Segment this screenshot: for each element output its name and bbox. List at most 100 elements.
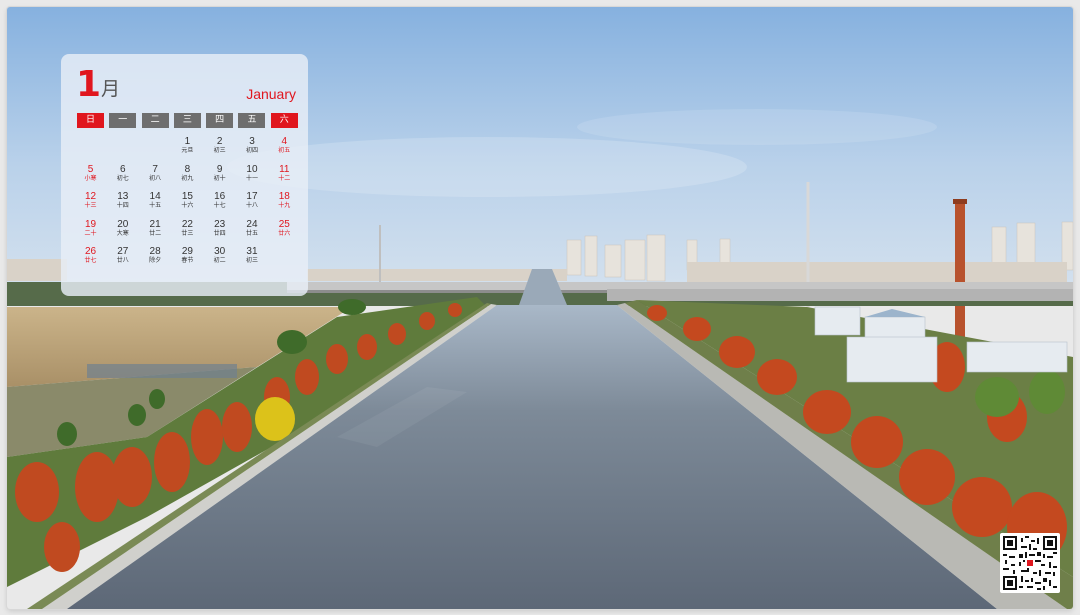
day-cell: 9 初十 [206, 164, 233, 192]
lunar-date: 十八 [245, 202, 258, 209]
day-cell: 20 大寒 [109, 219, 136, 247]
day-number: 20 [117, 218, 129, 230]
lunar-date: 初三 [245, 257, 258, 264]
day-number: 7 [152, 163, 158, 175]
lunar-date: 春节 [181, 257, 194, 264]
day-number: 10 [246, 163, 258, 175]
day-number: 18 [278, 191, 290, 202]
day-number: 2 [216, 136, 223, 147]
weekday-wednesday: 三 [173, 113, 201, 128]
day-cell: 31 初三 [238, 246, 265, 274]
lunar-date: 廿五 [245, 229, 258, 237]
day-cell: 6 初七 [109, 164, 136, 192]
day-number: 27 [117, 246, 129, 257]
day-cell: 27 廿八 [109, 246, 136, 274]
day-number: 26 [84, 246, 97, 257]
weekday-thursday: 四 [206, 113, 234, 128]
qr-code-pattern [1003, 536, 1057, 590]
day-cell: 21 廿二 [142, 219, 169, 247]
day-number: 11 [279, 163, 290, 175]
weekday-friday: 五 [238, 113, 266, 128]
lunar-date: 初十 [213, 174, 226, 182]
day-number: 12 [84, 191, 97, 202]
lunar-date: 十九 [278, 202, 291, 209]
lunar-date: 除夕 [149, 257, 162, 264]
day-number: 19 [84, 218, 97, 230]
day-grid: 1 元旦 2 初三 3 初四 4 初五 5 小寒 6 初七 7 初八 8 初九 9 初十 10 十一… [77, 136, 294, 274]
day-number: 1 [184, 136, 191, 147]
day-number: 22 [181, 218, 193, 230]
day-cell: 28 除夕 [142, 246, 169, 274]
day-number: 17 [246, 191, 258, 202]
qr-code-icon[interactable] [1000, 533, 1060, 593]
day-cell: 26 廿七 [77, 246, 104, 274]
day-cell: 5 小寒 [77, 164, 104, 192]
day-number: 24 [246, 218, 258, 230]
day-number: 15 [181, 191, 193, 202]
day-number: 8 [184, 163, 191, 175]
day-number: 13 [117, 191, 129, 202]
lunar-date: 十三 [84, 202, 97, 209]
day-number: 30 [214, 246, 226, 257]
lunar-date: 十一 [245, 174, 258, 182]
day-number: 21 [149, 218, 161, 230]
day-cell: 29 春节 [174, 246, 201, 274]
day-cell: 11 十二 [271, 164, 298, 192]
day-number: 9 [216, 163, 223, 175]
day-number: 23 [214, 218, 226, 230]
lunar-date: 初七 [116, 174, 129, 182]
day-cell: 17 十八 [238, 191, 265, 219]
day-cell: 4 初五 [271, 136, 298, 164]
lunar-date: 廿八 [116, 257, 129, 264]
day-cell: 30 初二 [206, 246, 233, 274]
day-cell: 25 廿六 [271, 219, 298, 247]
day-cell: 10 十一 [238, 164, 265, 192]
day-number: 3 [249, 136, 255, 147]
lunar-date: 十四 [116, 202, 129, 209]
month-char-label: 月 [101, 78, 121, 100]
lunar-date: 初八 [149, 174, 162, 182]
day-cell: 7 初八 [142, 164, 169, 192]
day-cell: 2 初三 [206, 136, 233, 164]
day-cell: 15 十六 [174, 191, 201, 219]
day-cell: 23 廿四 [206, 219, 233, 247]
lunar-date: 初五 [278, 147, 291, 154]
day-number: 5 [87, 163, 94, 175]
day-cell: 8 初九 [174, 164, 201, 192]
weekday-tuesday: 二 [141, 113, 169, 128]
day-cell: 3 初四 [238, 136, 265, 164]
day-number: 31 [246, 246, 258, 257]
day-number: 4 [281, 136, 288, 147]
weekday-saturday: 六 [270, 113, 298, 128]
lunar-date: 十五 [149, 202, 162, 209]
day-cell: 19 二十 [77, 219, 104, 247]
lunar-date: 十六 [181, 202, 194, 209]
month-english-name: January [246, 86, 296, 102]
month-number: 1 [76, 64, 102, 105]
day-number: 28 [149, 246, 161, 257]
day-number: 25 [278, 218, 290, 230]
day-cell: 16 十七 [206, 191, 233, 219]
day-cell: 1 元旦 [174, 136, 201, 164]
lunar-date: 十七 [213, 202, 226, 209]
lunar-date: 二十 [84, 229, 97, 237]
lunar-date: 廿七 [84, 257, 97, 264]
weekday-header: 日 一 二 三 四 五 六 [77, 113, 298, 128]
lunar-date: 初四 [245, 147, 258, 154]
lunar-date: 廿四 [213, 229, 226, 237]
day-cell: 13 十四 [109, 191, 136, 219]
lunar-date: 廿二 [149, 229, 162, 237]
day-cell: 18 十九 [271, 191, 298, 219]
month-calendar-card: 1 月 January 日 一 二 三 四 五 六 1 元旦 2 初三 3 初四 4初… [61, 54, 308, 296]
day-number: 29 [181, 246, 193, 257]
weekday-sunday: 日 [77, 113, 104, 128]
day-number: 14 [149, 191, 161, 202]
lunar-date: 元旦 [181, 147, 194, 154]
weekday-monday: 一 [109, 113, 137, 128]
lunar-date: 初二 [213, 257, 226, 264]
day-cell: 12 十三 [77, 191, 104, 219]
day-number: 6 [120, 163, 126, 175]
wallpaper-frame: 1 月 January 日 一 二 三 四 五 六 1 元旦 2 初三 3 初四 4初… [7, 7, 1073, 609]
day-cell: 14 十五 [142, 191, 169, 219]
day-cell: 22 廿三 [174, 219, 201, 247]
